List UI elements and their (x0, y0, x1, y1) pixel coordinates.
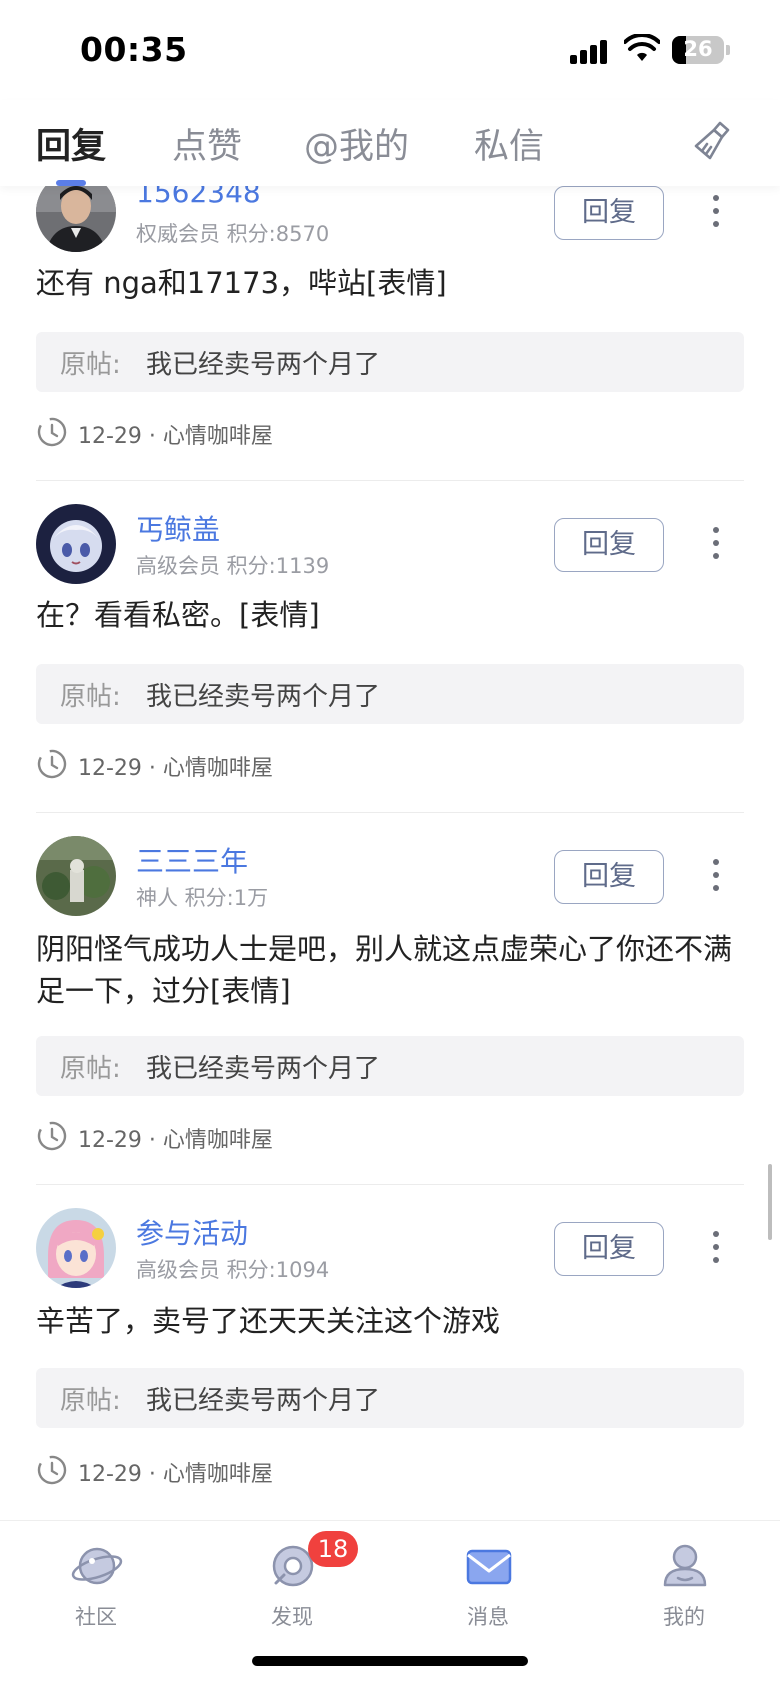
timestamp: 12-29 · 心情咖啡屋 (78, 1462, 273, 1487)
quote-label: 原帖: (60, 1386, 121, 1416)
clock-icon (37, 417, 67, 447)
reply-button[interactable]: 回复 (554, 518, 664, 572)
reply-button[interactable]: 回复 (554, 186, 664, 240)
battery-tip (726, 45, 730, 55)
reply-footer: 12-29 · 心情咖啡屋 (36, 1120, 336, 1154)
username[interactable]: 1562348 (136, 186, 261, 209)
tab-mentions[interactable]: @我的 (304, 118, 409, 169)
divider (36, 1184, 744, 1185)
reply-button[interactable]: 回复 (554, 850, 664, 904)
more-options-icon[interactable] (706, 192, 726, 232)
avatar[interactable] (36, 1208, 116, 1288)
username[interactable]: 三三三年 (136, 840, 248, 880)
clear-broom-icon[interactable] (690, 118, 736, 164)
profile-icon (663, 1544, 707, 1587)
nav-label: 社区 (75, 1605, 117, 1629)
status-time: 00:35 (80, 30, 188, 69)
avatar[interactable] (36, 836, 116, 916)
clock-icon (37, 749, 67, 779)
user-meta: 高级会员 积分:1139 (136, 554, 330, 578)
reply-content: 在？看看私密。[表情] (36, 598, 320, 632)
user-meta: 神人 积分:1万 (136, 886, 269, 910)
scrollbar[interactable] (768, 1164, 772, 1240)
divider (36, 480, 744, 481)
reply-content: 阴阳怪气成功人士是吧，别人就这点虚荣心了你还不满足一下，过分[表情] (36, 932, 733, 1008)
quote-label: 原帖: (60, 682, 121, 712)
nav-label: 消息 (467, 1605, 509, 1629)
nav-community[interactable]: 社区 (36, 1535, 156, 1635)
mail-icon (466, 1549, 512, 1585)
reply-item: 丐鲸盖 高级会员 积分:1139 回复 在？看看私密。[表情] 原帖: 我已经卖… (0, 504, 780, 836)
reply-footer: 12-29 · 心情咖啡屋 (36, 1454, 336, 1488)
user-meta: 高级会员 积分:1094 (136, 1258, 330, 1282)
reply-content: 还有 nga和17173，哔站[表情] (36, 266, 447, 300)
quote-text: 我已经卖号两个月了 (146, 1054, 381, 1084)
battery-icon: 26 (672, 36, 724, 64)
original-post-quote[interactable]: 原帖: 我已经卖号两个月了 (36, 1368, 744, 1428)
quote-text: 我已经卖号两个月了 (146, 682, 381, 712)
more-options-icon[interactable] (706, 856, 726, 896)
reply-button[interactable]: 回复 (554, 1222, 664, 1276)
divider (36, 812, 744, 813)
username[interactable]: 丐鲸盖 (136, 508, 220, 548)
nav-profile[interactable]: 我的 (624, 1535, 744, 1635)
username[interactable]: 参与活动 (136, 1212, 248, 1252)
reply-item: 1562348 权威会员 积分:8570 回复 还有 nga和17173，哔站[… (0, 186, 780, 504)
reply-footer: 12-29 · 心情咖啡屋 (36, 416, 336, 450)
avatar[interactable] (36, 504, 116, 584)
reply-item: 参与活动 高级会员 积分:1094 回复 辛苦了，卖号了还天天关注这个游戏 原帖… (0, 1208, 780, 1520)
quote-text: 我已经卖号两个月了 (146, 1386, 381, 1416)
timestamp: 12-29 · 心情咖啡屋 (78, 756, 273, 781)
cellular-signal-icon (570, 38, 610, 64)
message-tabs: 回复 点赞 @我的 私信 (0, 100, 780, 186)
quote-label: 原帖: (60, 1054, 121, 1084)
original-post-quote[interactable]: 原帖: 我已经卖号两个月了 (36, 1036, 744, 1096)
tab-private-messages[interactable]: 私信 (474, 118, 544, 169)
clock-icon (37, 1121, 67, 1151)
nav-label: 发现 (271, 1605, 313, 1629)
reply-item: 三三三年 神人 积分:1万 回复 阴阳怪气成功人士是吧，别人就这点虚荣心了你还不… (0, 836, 780, 1208)
quote-label: 原帖: (60, 350, 121, 380)
tab-reply[interactable]: 回复 (36, 118, 106, 169)
nav-label: 我的 (663, 1605, 705, 1629)
avatar[interactable] (36, 186, 116, 252)
reply-feed: 1562348 权威会员 积分:8570 回复 还有 nga和17173，哔站[… (0, 186, 780, 1520)
wifi-icon (624, 34, 660, 61)
home-indicator[interactable] (252, 1656, 528, 1666)
timestamp: 12-29 · 心情咖啡屋 (78, 424, 273, 449)
tab-likes[interactable]: 点赞 (172, 118, 242, 169)
more-options-icon[interactable] (706, 1228, 726, 1268)
planet-icon (71, 1547, 123, 1585)
active-tab-indicator (56, 180, 86, 186)
nav-messages[interactable]: 消息 (428, 1535, 548, 1635)
battery-percent: 26 (683, 37, 713, 61)
more-options-icon[interactable] (706, 524, 726, 564)
original-post-quote[interactable]: 原帖: 我已经卖号两个月了 (36, 332, 744, 392)
status-bar: 00:35 26 (0, 0, 780, 100)
reply-footer: 12-29 · 心情咖啡屋 (36, 748, 336, 782)
reply-content: 辛苦了，卖号了还天天关注这个游戏 (36, 1304, 501, 1338)
timestamp: 12-29 · 心情咖啡屋 (78, 1128, 273, 1153)
user-meta: 权威会员 积分:8570 (136, 222, 330, 246)
quote-text: 我已经卖号两个月了 (146, 350, 381, 380)
clock-icon (37, 1455, 67, 1485)
original-post-quote[interactable]: 原帖: 我已经卖号两个月了 (36, 664, 744, 724)
discover-badge: 18 (308, 1531, 358, 1567)
